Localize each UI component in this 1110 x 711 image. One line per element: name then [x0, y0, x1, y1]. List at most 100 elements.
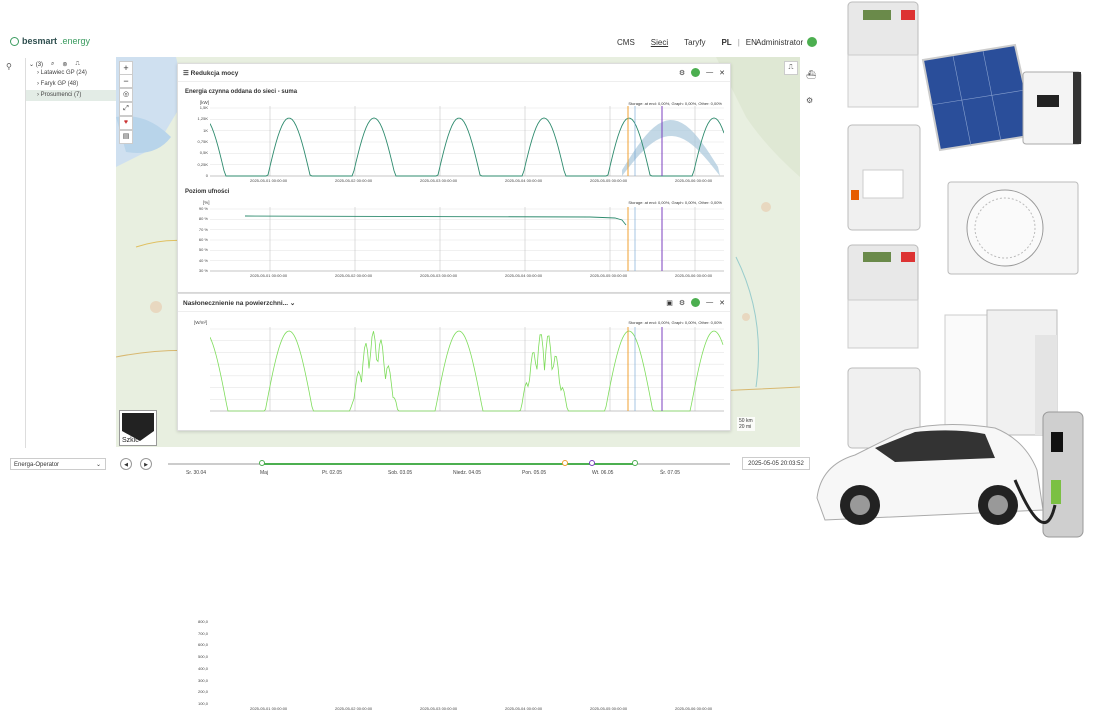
play-button[interactable]: ▶	[140, 458, 152, 470]
c3-ytick: 800,0	[197, 619, 208, 624]
timeline-label: Niedz. 04.05	[453, 470, 482, 476]
chart1-energy	[210, 106, 724, 177]
hierarchy-icon[interactable]: ⚲	[6, 62, 12, 71]
timeline-start-handle[interactable]	[259, 460, 265, 466]
chart1-title: Energia czynna oddana do sieci - suma	[185, 89, 298, 95]
chart2-unit: [%]	[203, 200, 210, 205]
settings-icon[interactable]: ⚙	[679, 69, 685, 77]
zoom-out-button[interactable]: −	[120, 74, 132, 87]
c1-ytick: 0	[205, 173, 208, 178]
prev-button[interactable]: ◀	[120, 458, 132, 470]
timeline-label: Wt. 06.05	[592, 470, 614, 476]
tree-toolbar: ⌄ (3) ⌕ ⊚ ⎍	[26, 58, 118, 68]
c3-xtick: 2025-05-05 00:00:00	[590, 706, 628, 711]
brand-logo[interactable]: besmart .energy	[10, 36, 90, 46]
c2-xtick: 2025-05-02 00:00:00	[335, 273, 373, 278]
timeline-range	[263, 463, 635, 465]
heat-pump	[947, 181, 1079, 275]
panel2-controls: ▣ ⚙ — ✕	[666, 298, 725, 307]
nav-cms[interactable]: CMS	[617, 38, 635, 47]
minimize-icon[interactable]: —	[706, 69, 713, 76]
c1-ytick: 1K	[203, 127, 208, 133]
lang-pl[interactable]: PL	[721, 38, 731, 47]
solar-panel	[921, 43, 1037, 152]
heart-icon[interactable]: ♥	[119, 116, 133, 130]
target-icon[interactable]: ⊚	[62, 61, 67, 68]
chart2-confidence	[210, 207, 724, 272]
home-battery	[944, 309, 1058, 436]
minimap-label: Szkic	[122, 437, 139, 444]
tree-item-latawiec[interactable]: › Latawiec GP (24)	[26, 68, 118, 79]
timeline-label: Pon. 05.05	[522, 470, 547, 476]
scale-mi: 20 mi	[739, 424, 752, 430]
smart-meter-1	[847, 1, 919, 108]
operator-select[interactable]: Energa-Operator ⌄	[10, 458, 106, 470]
lang-separator: |	[737, 38, 740, 47]
status-icon[interactable]	[691, 68, 701, 77]
c3-ytick: 400,0	[197, 665, 208, 671]
c2-ytick: 30 %	[198, 268, 208, 273]
c1-ytick: 1,25K	[197, 116, 208, 122]
smart-meter-3	[847, 244, 919, 349]
status-icon[interactable]	[691, 298, 701, 307]
c2-xtick: 2025-05-01 00:00:00	[250, 273, 288, 278]
nav-sieci[interactable]: Sieci	[651, 38, 668, 47]
chart3-stat: Storage: at end: 0,00%, Graph: 0,00%, Ot…	[628, 320, 722, 325]
c1-ytick: 1,5K	[199, 105, 208, 110]
layers-icon[interactable]: ▤	[119, 130, 133, 144]
chevron-down-icon: ⌄	[95, 462, 101, 468]
tree-root[interactable]: ⌄ (3)	[29, 61, 43, 68]
panel2-title: Nasłonecznienie na powierzchni... ⌄	[183, 299, 295, 307]
timeline-label: Sob. 03.05	[388, 470, 413, 476]
timeline-current-handle[interactable]	[562, 460, 568, 466]
c3-ytick: 700,0	[197, 630, 208, 636]
datetime-display[interactable]: 2025-05-05 20:03:52	[742, 457, 810, 470]
save-icon[interactable]: ▣	[666, 299, 673, 307]
search-icon[interactable]: ⌕	[51, 61, 54, 68]
close-icon[interactable]: ✕	[719, 299, 725, 307]
chart3-irradiance	[210, 327, 724, 412]
c3-ytick: 500,0	[197, 654, 208, 660]
tree-item-prosumenci[interactable]: › Prosumenci (7)	[26, 90, 118, 101]
c1-ytick: 0,5K	[199, 150, 208, 156]
c1-ytick: 0,75K	[197, 139, 208, 144]
c1-xtick: 2025-05-06 00:00:00	[675, 178, 713, 183]
c2-ytick: 80 %	[198, 216, 208, 222]
locate-icon[interactable]: ◎	[119, 88, 133, 102]
menu-icon[interactable]: ☰	[183, 70, 189, 77]
operator-value: Energa-Operator	[14, 462, 60, 468]
tree-item-faryk[interactable]: › Faryk GP (48)	[26, 79, 118, 90]
nav-taryfy[interactable]: Taryfy	[684, 38, 705, 47]
timeline-marker-handle[interactable]	[589, 460, 595, 466]
c3-xtick: 2025-05-04 00:00:00	[505, 706, 543, 711]
timeline-label: Śr. 07.05	[660, 470, 681, 476]
lock-icon[interactable]: ⎍	[75, 61, 79, 68]
zoom-in-button[interactable]: +	[120, 62, 132, 74]
smart-meter-2	[847, 124, 921, 231]
c3-ytick: 100,0	[197, 701, 208, 706]
logo-icon	[10, 36, 19, 46]
c2-ytick: 90 %	[198, 206, 208, 211]
dropdown-icon[interactable]: ⌄	[290, 300, 295, 307]
network-tree: ⌄ (3) ⌕ ⊚ ⎍ › Latawiec GP (24) › Faryk G…	[25, 58, 118, 448]
c3-ytick: 200,0	[197, 689, 208, 695]
top-nav: CMS Sieci Taryfy PL | EN	[617, 38, 757, 47]
c2-ytick: 40 %	[198, 257, 208, 263]
fullscreen-icon[interactable]: ⤢	[119, 102, 133, 116]
map-lock-icon[interactable]: ⎍	[784, 61, 798, 75]
map-scale: 50 km 20 mi	[737, 417, 755, 431]
c2-ytick: 70 %	[198, 226, 208, 232]
minimize-icon[interactable]: —	[706, 299, 713, 306]
c1-xtick: 2025-05-04 00:00:00	[505, 178, 543, 183]
close-icon[interactable]: ✕	[719, 69, 725, 77]
inverter	[1022, 71, 1082, 145]
timeline-label: Pt. 02.05	[322, 470, 343, 476]
minimap[interactable]: Szkic	[119, 410, 157, 446]
panel1-controls: ⚙ — ✕	[679, 68, 725, 77]
c1-xtick: 2025-05-02 00:00:00	[335, 178, 373, 183]
devices-illustration	[816, 1, 1084, 538]
timeline-end-handle[interactable]	[632, 460, 638, 466]
user-menu[interactable]: Administrator	[756, 37, 818, 47]
settings-icon[interactable]: ⚙	[679, 299, 685, 307]
c2-series-line	[244, 215, 627, 226]
